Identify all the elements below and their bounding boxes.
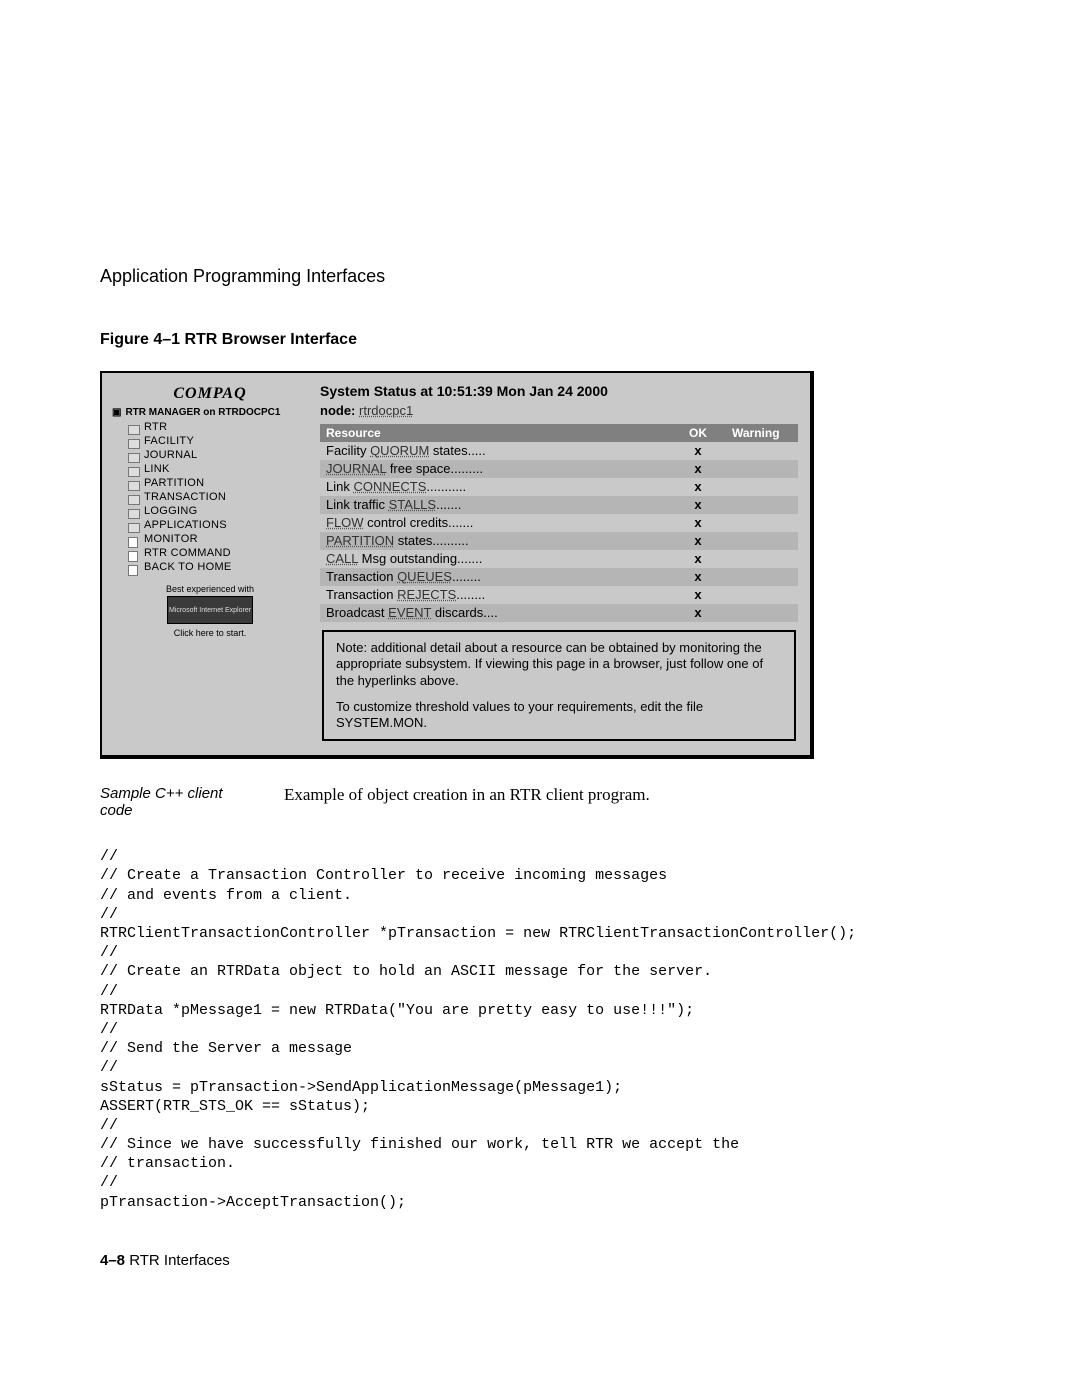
table-row: Broadcast EVENT discards....x bbox=[320, 604, 798, 622]
table-row: Link traffic STALLS.......x bbox=[320, 496, 798, 514]
ok-cell: x bbox=[670, 460, 726, 478]
ok-cell: x bbox=[670, 478, 726, 496]
tree-item[interactable]: MONITOR bbox=[128, 532, 308, 546]
node-link[interactable]: rtrdocpc1 bbox=[359, 403, 413, 418]
ok-cell: x bbox=[670, 568, 726, 586]
resource-cell: Link CONNECTS........... bbox=[320, 478, 670, 496]
resource-link[interactable]: QUORUM bbox=[370, 443, 429, 458]
figure-caption: Figure 4–1 RTR Browser Interface bbox=[100, 331, 1000, 349]
tree-item[interactable]: RTR bbox=[128, 420, 308, 434]
table-row: JOURNAL free space.........x bbox=[320, 460, 798, 478]
note-paragraph-1: Note: additional detail about a resource… bbox=[336, 640, 782, 689]
table-row: Transaction QUEUES........x bbox=[320, 568, 798, 586]
resource-link[interactable]: FLOW bbox=[326, 515, 364, 530]
warning-cell bbox=[726, 568, 798, 586]
tree-root[interactable]: RTR MANAGER on RTRDOCPC1 bbox=[112, 407, 308, 418]
resource-link[interactable]: CALL bbox=[326, 551, 358, 566]
resource-cell: Facility QUORUM states..... bbox=[320, 442, 670, 460]
resource-cell: Broadcast EVENT discards.... bbox=[320, 604, 670, 622]
note-box: Note: additional detail about a resource… bbox=[322, 630, 796, 741]
page-footer: 4–8 RTR Interfaces bbox=[100, 1252, 1000, 1269]
table-row: Link CONNECTS...........x bbox=[320, 478, 798, 496]
warning-cell bbox=[726, 460, 798, 478]
ok-cell: x bbox=[670, 496, 726, 514]
node-line: node: rtrdocpc1 bbox=[320, 403, 798, 418]
col-resource: Resource bbox=[320, 424, 670, 442]
best-experienced-text: Best experienced with bbox=[112, 584, 308, 594]
tree-root-label: RTR MANAGER on RTRDOCPC1 bbox=[125, 407, 280, 418]
warning-cell bbox=[726, 496, 798, 514]
tree-item[interactable]: FACILITY bbox=[128, 434, 308, 448]
col-warning: Warning bbox=[726, 424, 798, 442]
tree-list: RTRFACILITYJOURNALLINKPARTITIONTRANSACTI… bbox=[112, 420, 308, 574]
table-row: Transaction REJECTS........x bbox=[320, 586, 798, 604]
ok-cell: x bbox=[670, 550, 726, 568]
resource-cell: Transaction QUEUES........ bbox=[320, 568, 670, 586]
resource-table: Resource OK Warning Facility QUORUM stat… bbox=[320, 424, 798, 622]
resource-link[interactable]: EVENT bbox=[388, 605, 431, 620]
click-here-link[interactable]: Click here to start. bbox=[112, 628, 308, 638]
browser-screenshot: COMPAQ RTR MANAGER on RTRDOCPC1 RTRFACIL… bbox=[100, 371, 814, 759]
ok-cell: x bbox=[670, 514, 726, 532]
warning-cell bbox=[726, 442, 798, 460]
sample-code-label: Sample C++ client code bbox=[100, 785, 250, 819]
resource-cell: FLOW control credits....... bbox=[320, 514, 670, 532]
compaq-logo: COMPAQ bbox=[112, 383, 308, 407]
tree-item[interactable]: RTR COMMAND bbox=[128, 546, 308, 560]
tree-item[interactable]: APPLICATIONS bbox=[128, 518, 308, 532]
resource-link[interactable]: JOURNAL bbox=[326, 461, 386, 476]
tree-item[interactable]: LINK bbox=[128, 462, 308, 476]
tree-item[interactable]: BACK TO HOME bbox=[128, 560, 308, 574]
resource-cell: CALL Msg outstanding....... bbox=[320, 550, 670, 568]
tree-footer: Best experienced with Microsoft Internet… bbox=[112, 584, 308, 638]
code-sample: // // Create a Transaction Controller to… bbox=[100, 847, 1000, 1212]
col-ok: OK bbox=[670, 424, 726, 442]
ok-cell: x bbox=[670, 604, 726, 622]
section-header: Application Programming Interfaces bbox=[100, 266, 1000, 287]
status-heading: System Status at 10:51:39 Mon Jan 24 200… bbox=[320, 383, 798, 399]
tree-item[interactable]: JOURNAL bbox=[128, 448, 308, 462]
node-label: node: bbox=[320, 403, 355, 418]
note-paragraph-2: To customize threshold values to your re… bbox=[336, 699, 782, 732]
resource-cell: Transaction REJECTS........ bbox=[320, 586, 670, 604]
ok-cell: x bbox=[670, 586, 726, 604]
warning-cell bbox=[726, 586, 798, 604]
table-row: Facility QUORUM states.....x bbox=[320, 442, 798, 460]
resource-link[interactable]: CONNECTS bbox=[353, 479, 426, 494]
tree-item[interactable]: LOGGING bbox=[128, 504, 308, 518]
resource-link[interactable]: REJECTS bbox=[397, 587, 456, 602]
sample-code-description: Example of object creation in an RTR cli… bbox=[284, 785, 1000, 819]
table-row: FLOW control credits.......x bbox=[320, 514, 798, 532]
table-row: CALL Msg outstanding.......x bbox=[320, 550, 798, 568]
page-number: 4–8 bbox=[100, 1252, 125, 1269]
ie-badge-icon[interactable]: Microsoft Internet Explorer bbox=[167, 596, 253, 624]
tree-pane: COMPAQ RTR MANAGER on RTRDOCPC1 RTRFACIL… bbox=[112, 383, 308, 743]
resource-cell: Link traffic STALLS....... bbox=[320, 496, 670, 514]
warning-cell bbox=[726, 478, 798, 496]
footer-title: RTR Interfaces bbox=[129, 1252, 230, 1269]
warning-cell bbox=[726, 514, 798, 532]
ok-cell: x bbox=[670, 532, 726, 550]
resource-cell: JOURNAL free space......... bbox=[320, 460, 670, 478]
tree-item[interactable]: PARTITION bbox=[128, 476, 308, 490]
table-row: PARTITION states..........x bbox=[320, 532, 798, 550]
resource-link[interactable]: QUEUES bbox=[397, 569, 452, 584]
resource-link[interactable]: PARTITION bbox=[326, 533, 394, 548]
warning-cell bbox=[726, 550, 798, 568]
warning-cell bbox=[726, 532, 798, 550]
ok-cell: x bbox=[670, 442, 726, 460]
resource-link[interactable]: STALLS bbox=[389, 497, 436, 512]
content-pane: System Status at 10:51:39 Mon Jan 24 200… bbox=[320, 383, 798, 743]
resource-cell: PARTITION states.......... bbox=[320, 532, 670, 550]
warning-cell bbox=[726, 604, 798, 622]
tree-item[interactable]: TRANSACTION bbox=[128, 490, 308, 504]
